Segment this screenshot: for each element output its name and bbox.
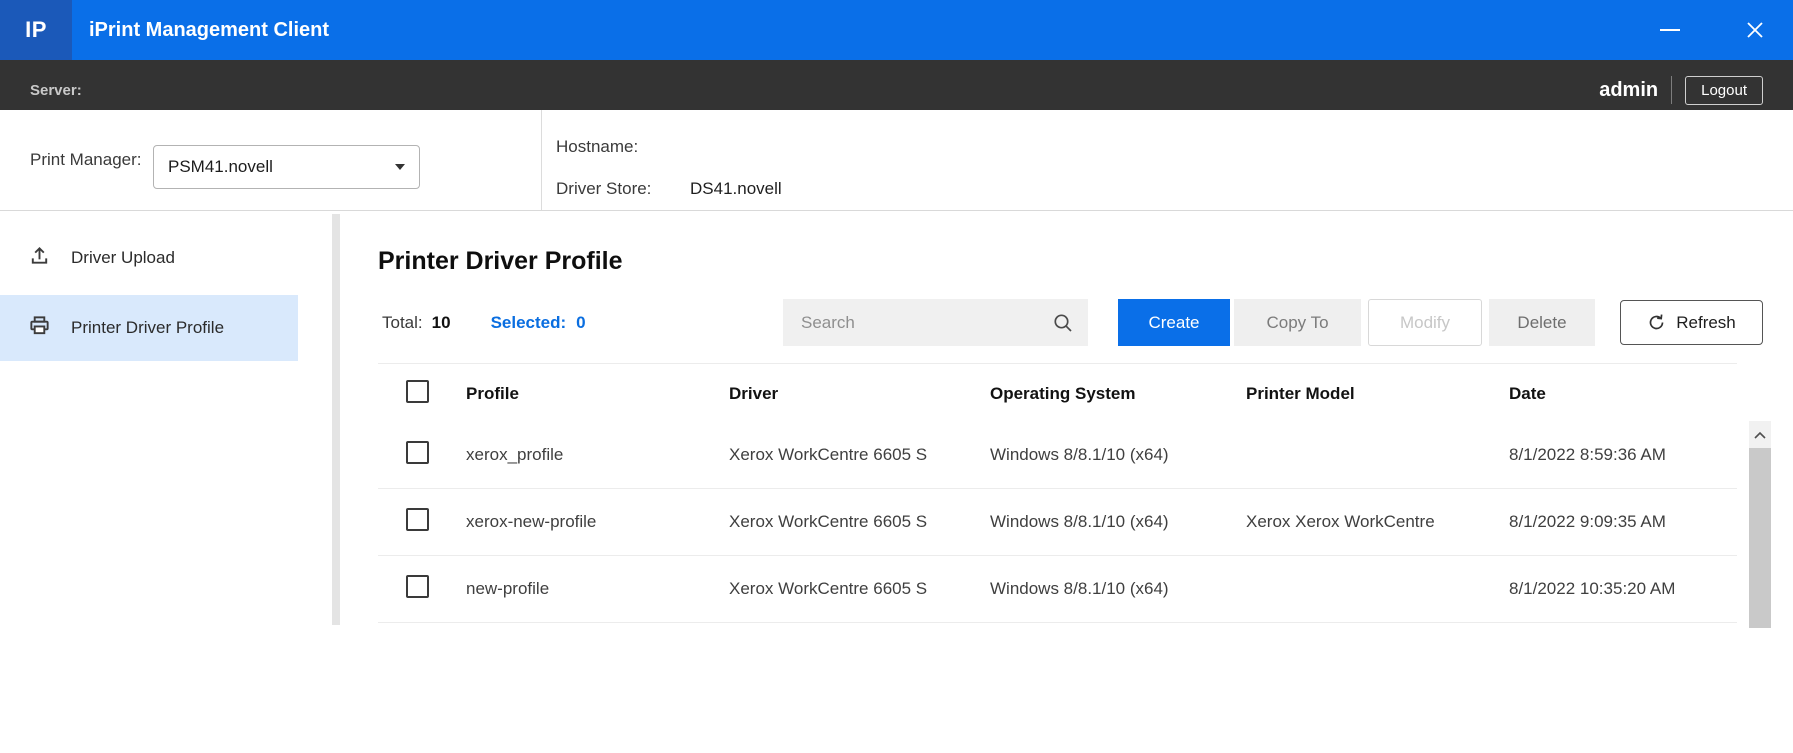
refresh-icon: [1647, 313, 1666, 332]
column-header-date: Date: [1509, 364, 1546, 423]
server-bar: Server: admin Logout: [0, 60, 1793, 110]
driver-store-label: Driver Store:: [556, 179, 690, 199]
select-all-checkbox[interactable]: [406, 380, 429, 403]
logout-button[interactable]: Logout: [1685, 76, 1763, 105]
column-header-operating-system: Operating System: [990, 364, 1136, 423]
sidebar-item-label: Printer Driver Profile: [71, 318, 224, 338]
cell-date: 8/1/2022 8:59:36 AM: [1509, 422, 1666, 488]
sidebar-item-label: Driver Upload: [71, 248, 175, 268]
cell-model: [1246, 422, 1498, 488]
minimize-icon: [1660, 29, 1680, 31]
delete-button[interactable]: Delete: [1489, 299, 1595, 346]
cell-os: Windows 8/8.1/10 (x64): [990, 489, 1235, 555]
cell-os: Windows 8/8.1/10 (x64): [990, 422, 1235, 488]
cell-driver: Xerox WorkCentre 6605 S: [729, 556, 937, 622]
create-button[interactable]: Create: [1118, 299, 1230, 346]
cell-date: 8/1/2022 9:09:35 AM: [1509, 489, 1666, 555]
driver-store-value: DS41.novell: [690, 179, 782, 199]
minimize-button[interactable]: [1650, 6, 1690, 54]
modify-button[interactable]: Modify: [1368, 299, 1482, 346]
cell-profile: new-profile: [466, 556, 716, 622]
printer-icon: [28, 314, 51, 342]
divider: [1671, 76, 1672, 104]
search-icon[interactable]: [1051, 311, 1075, 335]
table-row: xerox_profileXerox WorkCentre 6605 S Wind…: [378, 422, 1737, 489]
content-area: Driver Upload Printer Driver Profile Prin…: [0, 211, 1793, 628]
table-row: new-profileXerox WorkCentre 6605 S Window…: [378, 556, 1737, 623]
chevron-down-icon: [395, 164, 405, 170]
column-header-printer-model: Printer Model: [1246, 364, 1355, 423]
copy-to-button[interactable]: Copy To: [1234, 299, 1361, 346]
refresh-button[interactable]: Refresh: [1620, 300, 1763, 345]
row-checkbox[interactable]: [406, 575, 429, 598]
cell-model: Xerox Xerox WorkCentre: [1246, 489, 1498, 555]
sidebar-item-printer-driver-profile[interactable]: Printer Driver Profile: [0, 295, 298, 361]
sidebar-item-driver-upload[interactable]: Driver Upload: [0, 225, 298, 291]
print-manager-value: PSM41.novell: [168, 157, 273, 177]
upload-icon: [28, 244, 51, 272]
print-manager-bar: Print Manager: PSM41.novell Hostname: Dr…: [0, 110, 1793, 211]
column-header-profile: Profile: [466, 364, 519, 423]
close-icon: [1745, 20, 1765, 40]
row-checkbox[interactable]: [406, 508, 429, 531]
scroll-up-button[interactable]: [1749, 421, 1771, 448]
cell-profile: xerox_profile: [466, 422, 716, 488]
app-logo: IP: [0, 0, 72, 60]
app-title: iPrint Management Client: [89, 19, 329, 42]
host-info: Hostname: Driver Store: DS41.novell: [556, 132, 782, 216]
cell-driver: Xerox WorkCentre 6605 S: [729, 422, 937, 488]
cell-driver: Xerox WorkCentre 6605 S: [729, 489, 937, 555]
sidebar-scrollbar[interactable]: [332, 214, 340, 625]
sidebar: Driver Upload Printer Driver Profile: [0, 211, 298, 628]
row-checkbox[interactable]: [406, 441, 429, 464]
print-manager-label: Print Manager:: [30, 110, 142, 210]
search-box: [783, 299, 1088, 346]
divider: [541, 110, 542, 210]
table-header: Profile Driver Operating System Printer Mod…: [378, 363, 1737, 423]
total-label: Total:: [382, 313, 423, 333]
selected-label: Selected:: [491, 313, 567, 333]
search-input[interactable]: [799, 312, 1051, 334]
cell-model: [1246, 556, 1498, 622]
cell-os: Windows 8/8.1/10 (x64): [990, 556, 1235, 622]
chevron-up-icon: [1753, 430, 1767, 440]
server-label: Server:: [30, 82, 82, 99]
cell-date: 8/1/2022 10:35:20 AM: [1509, 556, 1675, 622]
selected-value: 0: [576, 313, 585, 333]
page-title: Printer Driver Profile: [378, 247, 623, 276]
table-row: xerox-new-profileXerox WorkCentre 6605 S…: [378, 489, 1737, 556]
total-value: 10: [432, 313, 451, 333]
table-stats: Total: 10 Selected: 0: [382, 299, 586, 346]
account-area: admin Logout: [1599, 76, 1763, 105]
column-header-driver: Driver: [729, 364, 778, 423]
hostname-label: Hostname:: [556, 137, 690, 157]
close-button[interactable]: [1735, 6, 1775, 54]
print-manager-select[interactable]: PSM41.novell: [153, 145, 420, 189]
cell-profile: xerox-new-profile: [466, 489, 716, 555]
username: admin: [1599, 79, 1658, 102]
scrollbar-thumb[interactable]: [1749, 448, 1771, 628]
titlebar: IP iPrint Management Client: [0, 0, 1793, 60]
refresh-label: Refresh: [1676, 313, 1736, 333]
table-body: xerox_profileXerox WorkCentre 6605 SWind…: [378, 422, 1737, 623]
